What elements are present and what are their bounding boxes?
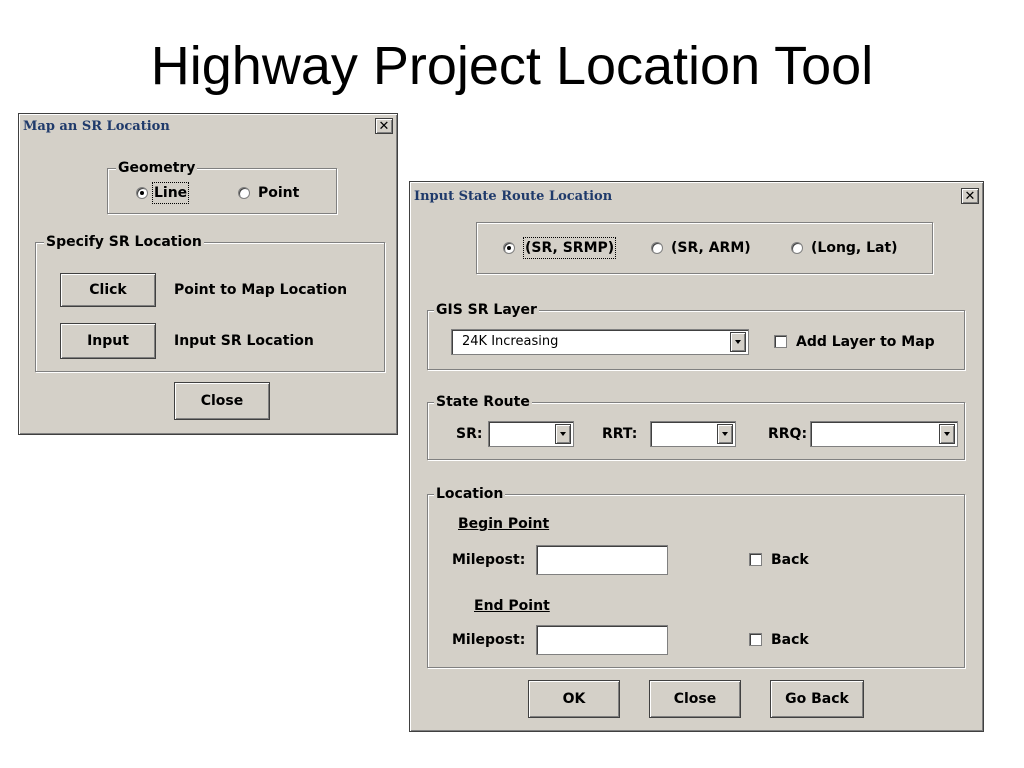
map-dialog-close-icon[interactable]: ✕ <box>375 118 393 134</box>
rrq-label: RRQ: <box>768 426 808 442</box>
gis-sr-layer-group: GIS SR Layer 24K Increasing Add Layer to… <box>427 301 965 370</box>
map-dialog-titlebar[interactable]: Map an SR Location ✕ <box>21 116 395 138</box>
begin-point-heading: Begin Point <box>458 516 550 532</box>
end-back-checkbox[interactable]: Back <box>749 629 829 651</box>
map-dialog-close-button[interactable]: Close <box>174 382 270 420</box>
radio-sr-arm-circle <box>651 242 663 254</box>
radio-sr-arm-label: (SR, ARM) <box>671 240 751 256</box>
chevron-down-icon[interactable] <box>939 424 955 444</box>
add-layer-label: Add Layer to Map <box>796 334 935 350</box>
sr-select[interactable] <box>488 421 574 447</box>
end-milepost-input[interactable] <box>536 625 668 655</box>
add-layer-checkbox[interactable]: Add Layer to Map <box>774 331 959 353</box>
gis-layer-select[interactable]: 24K Increasing <box>451 329 749 355</box>
state-route-group: State Route SR: RRT: RRQ: <box>427 393 965 460</box>
rrt-label: RRT: <box>602 426 638 442</box>
map-dialog-title: Map an SR Location <box>23 119 170 134</box>
gis-layer-value: 24K Increasing <box>462 334 559 349</box>
mode-group: (SR, SRMP) (SR, ARM) (Long, Lat) <box>476 222 933 274</box>
add-layer-checkbox-box <box>774 335 787 348</box>
chevron-down-icon[interactable] <box>717 424 733 444</box>
end-back-checkbox-box <box>749 633 762 646</box>
begin-back-checkbox[interactable]: Back <box>749 549 829 571</box>
sr-label: SR: <box>456 426 483 442</box>
go-back-button[interactable]: Go Back <box>770 680 864 718</box>
specify-sr-location-legend: Specify SR Location <box>44 233 204 251</box>
radio-sr-srmp-label: (SR, SRMP) <box>522 237 617 259</box>
click-button[interactable]: Click <box>60 273 156 307</box>
rrt-select[interactable] <box>650 421 736 447</box>
begin-milepost-label: Milepost: <box>452 552 526 568</box>
ok-button[interactable]: OK <box>528 680 620 718</box>
chevron-down-icon[interactable] <box>555 424 571 444</box>
click-description: Point to Map Location <box>174 282 348 298</box>
radio-point[interactable]: Point <box>238 183 318 203</box>
geometry-legend: Geometry <box>116 159 198 177</box>
location-group: Location Begin Point Milepost: Back End … <box>427 485 965 668</box>
state-route-legend: State Route <box>434 393 532 411</box>
input-description: Input SR Location <box>174 333 314 349</box>
begin-milepost-input[interactable] <box>536 545 668 575</box>
radio-sr-srmp[interactable]: (SR, SRMP) <box>503 237 633 259</box>
radio-line[interactable]: Line <box>136 182 206 204</box>
begin-back-label: Back <box>771 552 809 568</box>
map-sr-location-dialog: Map an SR Location ✕ Geometry Line Point… <box>18 113 398 435</box>
radio-long-lat[interactable]: (Long, Lat) <box>791 237 921 259</box>
input-dialog-close-icon[interactable]: ✕ <box>961 188 979 204</box>
radio-long-lat-label: (Long, Lat) <box>811 240 898 256</box>
input-button[interactable]: Input <box>60 323 156 359</box>
radio-line-circle <box>136 187 148 199</box>
chevron-down-icon[interactable] <box>730 332 746 352</box>
radio-sr-arm[interactable]: (SR, ARM) <box>651 237 771 259</box>
location-legend: Location <box>434 485 506 503</box>
end-point-heading: End Point <box>474 598 550 614</box>
input-dialog-title: Input State Route Location <box>414 189 613 204</box>
radio-point-circle <box>238 187 250 199</box>
input-dialog-titlebar[interactable]: Input State Route Location ✕ <box>412 184 981 206</box>
radio-line-label: Line <box>151 182 190 204</box>
slide-title: Highway Project Location Tool <box>150 36 874 96</box>
gis-sr-layer-legend: GIS SR Layer <box>434 301 539 319</box>
input-state-route-dialog: Input State Route Location ✕ (SR, SRMP) … <box>409 181 984 732</box>
specify-sr-location-group: Specify SR Location Click Point to Map L… <box>35 233 385 372</box>
radio-point-label: Point <box>258 185 300 201</box>
radio-long-lat-circle <box>791 242 803 254</box>
end-back-label: Back <box>771 632 809 648</box>
geometry-group: Geometry Line Point <box>107 159 337 214</box>
input-dialog-close-button[interactable]: Close <box>649 680 741 718</box>
end-milepost-label: Milepost: <box>452 632 526 648</box>
radio-sr-srmp-circle <box>503 242 515 254</box>
rrq-select[interactable] <box>810 421 958 447</box>
begin-back-checkbox-box <box>749 553 762 566</box>
